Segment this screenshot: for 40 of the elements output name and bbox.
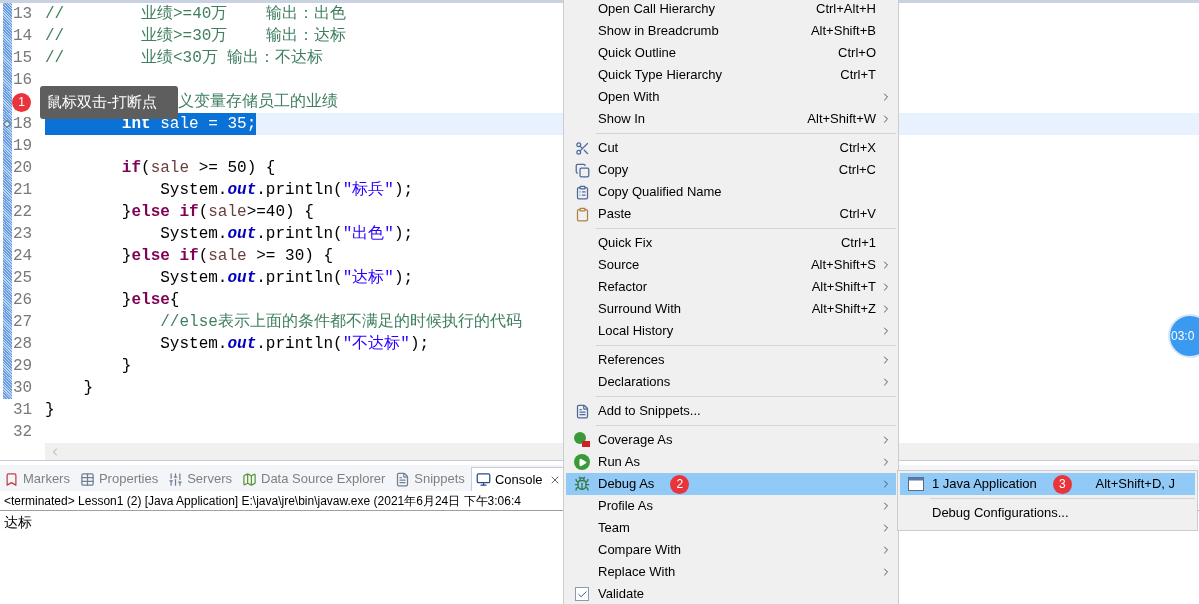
code-line: System.out.println("标兵"); [159,180,414,201]
line-number: 14 [12,26,34,47]
line-number: 32 [12,422,34,443]
code-line: // 业绩>=40万 输出：出色 [45,3,346,25]
line-number: 19 [12,136,34,157]
code-line: }else if(sale>=40) { [120,202,314,223]
line-number: 23 [12,224,34,245]
code-line: } [82,378,93,399]
console-output: 达标 [4,513,32,532]
code-line: } [120,356,132,377]
line-number: 20 [12,158,34,179]
tooltip: 鼠标双击-打断点 [40,85,178,119]
number-badge: 2 [670,474,690,494]
code-line: // 业绩>=30万 输出：达标 [45,25,346,47]
code-line: if(sale >= 50) { [120,158,276,179]
line-number: 18 [12,114,34,135]
line-number: 16 [12,70,34,91]
line-number: 25 [12,268,34,289]
line-number: 15 [12,48,34,69]
code-line: // 业绩<30万 输出：不达标 [45,47,324,69]
line-number: 31 [12,400,34,421]
line-number: 24 [12,246,34,267]
line-number: 21 [12,180,34,201]
line-number: 29 [12,356,34,377]
code-line: } [45,400,55,421]
line-number: 22 [12,202,34,223]
number-badge: 3 [1052,474,1072,494]
code-line: }else if(sale >= 30) { [120,246,334,267]
code-line: System.out.println("不达标"); [159,334,430,355]
code-line: 义变量存储员工的业绩 [178,91,338,113]
line-number: 27 [12,312,34,333]
line-number: 28 [12,334,34,355]
number-badge: 1 [12,92,31,112]
code-line: System.out.println("出色"); [159,224,414,245]
code-line: System.out.println("达标"); [159,268,414,289]
line-number: 26 [12,290,34,311]
code-line: //else表示上面的条件都不满足的时候执行的代码 [159,311,522,333]
line-number: 13 [12,4,34,25]
line-number: 30 [12,378,34,399]
code-line: }else{ [120,290,180,311]
